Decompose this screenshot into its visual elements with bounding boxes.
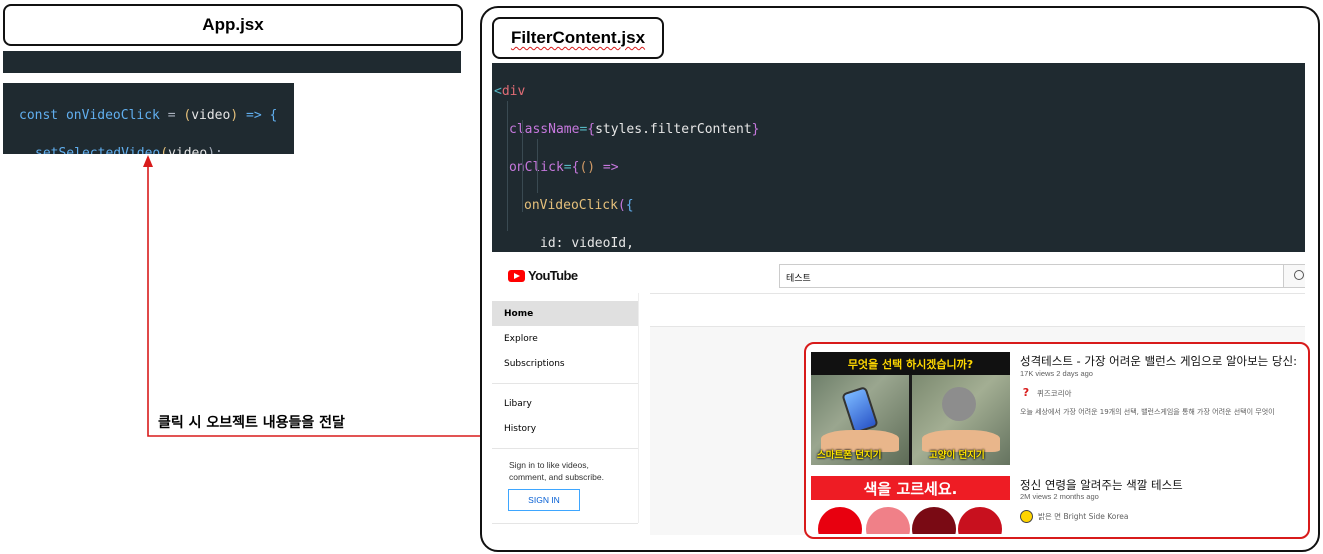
sidebar-item-subscriptions[interactable]: Subscriptions <box>492 351 638 376</box>
filter-content-title: FilterContent.jsx <box>510 28 646 47</box>
code-token: < <box>494 84 502 99</box>
signin-prompt: Sign in to like videos, comment, and sub… <box>509 459 604 483</box>
channel-avatar-icon: ? <box>1020 387 1032 399</box>
code-token: => <box>246 108 262 123</box>
thumbnail-banner: 색을 고르세요. <box>811 476 1010 500</box>
code-token: ); <box>207 146 223 154</box>
app-jsx-title: App.jsx <box>202 15 264 34</box>
code-token: { <box>587 122 596 137</box>
sign-in-button[interactable]: SIGN IN <box>508 489 580 511</box>
code-token: { <box>261 108 278 123</box>
code-token: id <box>540 236 556 251</box>
code-line: onClick={() => <box>494 158 1305 177</box>
sidebar-divider <box>492 383 638 384</box>
sidebar-divider <box>492 523 638 524</box>
code-token: } <box>751 122 760 137</box>
video-title[interactable]: 성격테스트 - 가장 어려운 밸런스 게임으로 알아보는 당신: <box>1020 353 1305 369</box>
code-token: onVideoClick <box>524 198 618 213</box>
video-meta: 2M views 2 months ago <box>1020 492 1099 501</box>
youtube-play-icon <box>508 269 525 282</box>
code-line: className={styles.filterContent} <box>494 120 1305 139</box>
app-handler-code: const onVideoClick = (video) => { setSel… <box>3 83 294 154</box>
code-line: const onVideoClick = (video) => { <box>19 106 294 125</box>
thumbnail-right-caption: 고양이 던지기 <box>929 450 985 461</box>
code-token: setSelectedVideo <box>35 146 161 154</box>
lightbulb-icon <box>1020 510 1033 523</box>
search-icon <box>1294 270 1304 280</box>
smartphone-icon <box>841 386 879 434</box>
sidebar-item-label: Subscriptions <box>504 358 565 369</box>
video-description: 오늘 세상에서 가장 어려운 19개의 선택, 밸런스게임을 통해 가장 어려운… <box>1020 408 1275 416</box>
video-title[interactable]: 정신 연령을 알려주는 색깔 테스트 <box>1020 477 1305 493</box>
channel-name: 밝은 면 Bright Side Korea <box>1038 512 1129 521</box>
code-token: video <box>191 108 231 123</box>
code-token: , <box>626 236 634 251</box>
sidebar-item-label: Explore <box>504 333 538 344</box>
code-token: { <box>625 198 634 213</box>
code-token: videoId <box>571 236 627 251</box>
sign-in-button-label: SIGN IN <box>528 495 560 505</box>
thumbnail-banner-text: 색을 고르세요. <box>863 479 958 498</box>
code-line: id: videoId, <box>494 234 1305 252</box>
youtube-logo[interactable]: YouTube <box>508 268 578 283</box>
indent-guide <box>537 139 538 193</box>
signin-prompt-line: Sign in to like videos, <box>509 460 589 470</box>
filter-content-title-box: FilterContent.jsx <box>492 17 664 59</box>
video-thumbnail[interactable]: 무엇을 선택 하시겠습니까? 스마트폰 던지기 고양이 던지기 <box>811 352 1010 465</box>
code-token: => <box>595 160 619 175</box>
code-token: styles <box>595 122 643 137</box>
channel-name: 퀴즈코리아 <box>1037 388 1072 398</box>
code-token: video <box>168 146 208 154</box>
annotation-label: 클릭 시 오브젝트 내용들을 전달 <box>158 415 345 431</box>
indent-guide <box>507 101 508 231</box>
code-token: ( <box>617 198 626 213</box>
code-token: : <box>555 236 572 251</box>
code-token: div <box>501 84 526 99</box>
video-meta: 17K views 2 days ago <box>1020 369 1093 378</box>
filter-content-code: <div className={styles.filterContent} on… <box>492 63 1305 252</box>
sidebar-item-label: Home <box>504 308 534 319</box>
youtube-logo-text: YouTube <box>528 268 578 283</box>
code-line: onVideoClick({ <box>494 196 1305 215</box>
code-token: filterContent <box>649 122 752 137</box>
code-token: = <box>563 160 572 175</box>
thumbnail-banner: 무엇을 선택 하시겠습니까? <box>811 352 1010 375</box>
header-divider <box>650 293 1305 294</box>
sidebar-item-label: Libary <box>504 398 532 409</box>
code-token: const <box>19 108 66 123</box>
code-token: = <box>159 108 184 123</box>
code-token: . <box>642 122 650 137</box>
color-circle <box>912 507 956 534</box>
signin-prompt-line: comment, and subscribe. <box>509 472 604 482</box>
sidebar-item-history[interactable]: History <box>492 416 638 441</box>
cat-icon <box>942 387 976 421</box>
sidebar-item-library[interactable]: Libary <box>492 391 638 416</box>
search-button[interactable] <box>1283 264 1305 288</box>
sidebar-divider <box>492 448 638 449</box>
thumbnail-left-caption: 스마트폰 던지기 <box>817 450 882 461</box>
video-thumbnail[interactable]: 색을 고르세요. <box>811 475 1010 534</box>
color-circle <box>818 507 862 534</box>
indent-guide <box>522 120 523 212</box>
code-token: ( <box>160 146 169 154</box>
sidebar-item-explore[interactable]: Explore <box>492 326 638 351</box>
code-token: () <box>579 160 596 175</box>
color-circle <box>958 507 1002 534</box>
search-value: 테스트 <box>786 274 811 284</box>
color-circle <box>866 507 910 534</box>
code-line: setSelectedVideo(video); <box>19 144 294 154</box>
app-jsx-title-box: App.jsx <box>3 4 463 46</box>
search-input[interactable]: 테스트 <box>779 264 1284 288</box>
channel-row[interactable]: 밝은 면 Bright Side Korea <box>1020 510 1129 523</box>
thumbnail-banner-text: 무엇을 선택 하시겠습니까? <box>847 357 974 371</box>
channel-row[interactable]: ? 퀴즈코리아 <box>1020 387 1072 399</box>
sidebar-item-label: History <box>504 423 537 434</box>
arrow-head <box>143 155 153 167</box>
code-line: <div <box>494 82 1305 101</box>
app-state-code: const [selectedVideo, setSelectedVideo] … <box>3 51 461 73</box>
code-token: ) <box>230 108 246 123</box>
sidebar-item-home[interactable]: Home <box>492 301 638 326</box>
code-token: className <box>509 122 580 137</box>
code-token: onVideoClick <box>65 108 160 123</box>
